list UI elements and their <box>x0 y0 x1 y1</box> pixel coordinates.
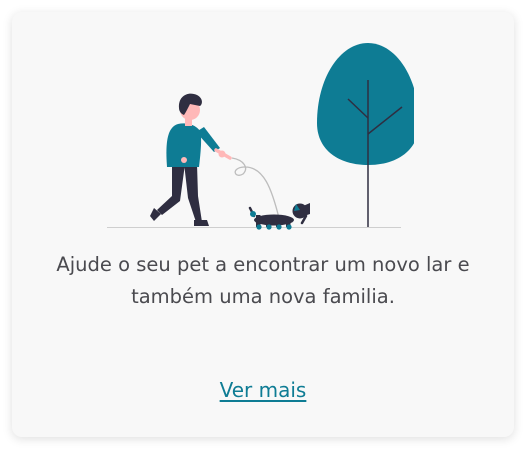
tree-icon <box>317 43 414 227</box>
description-line-2: também uma nova familia. <box>131 285 395 308</box>
person-icon <box>150 93 232 226</box>
see-more-link[interactable]: Ver mais <box>220 378 307 402</box>
cta-container: Ver mais <box>12 378 514 402</box>
person-walking-dog-illustration <box>107 43 414 230</box>
leash-icon <box>231 157 280 219</box>
description-text: Ajude o seu pet a encontrar um novo lar … <box>12 249 514 313</box>
dog-icon <box>248 203 310 230</box>
description-line-1: Ajude o seu pet a encontrar um novo lar … <box>56 253 470 276</box>
info-card: Ajude o seu pet a encontrar um novo lar … <box>12 12 514 437</box>
